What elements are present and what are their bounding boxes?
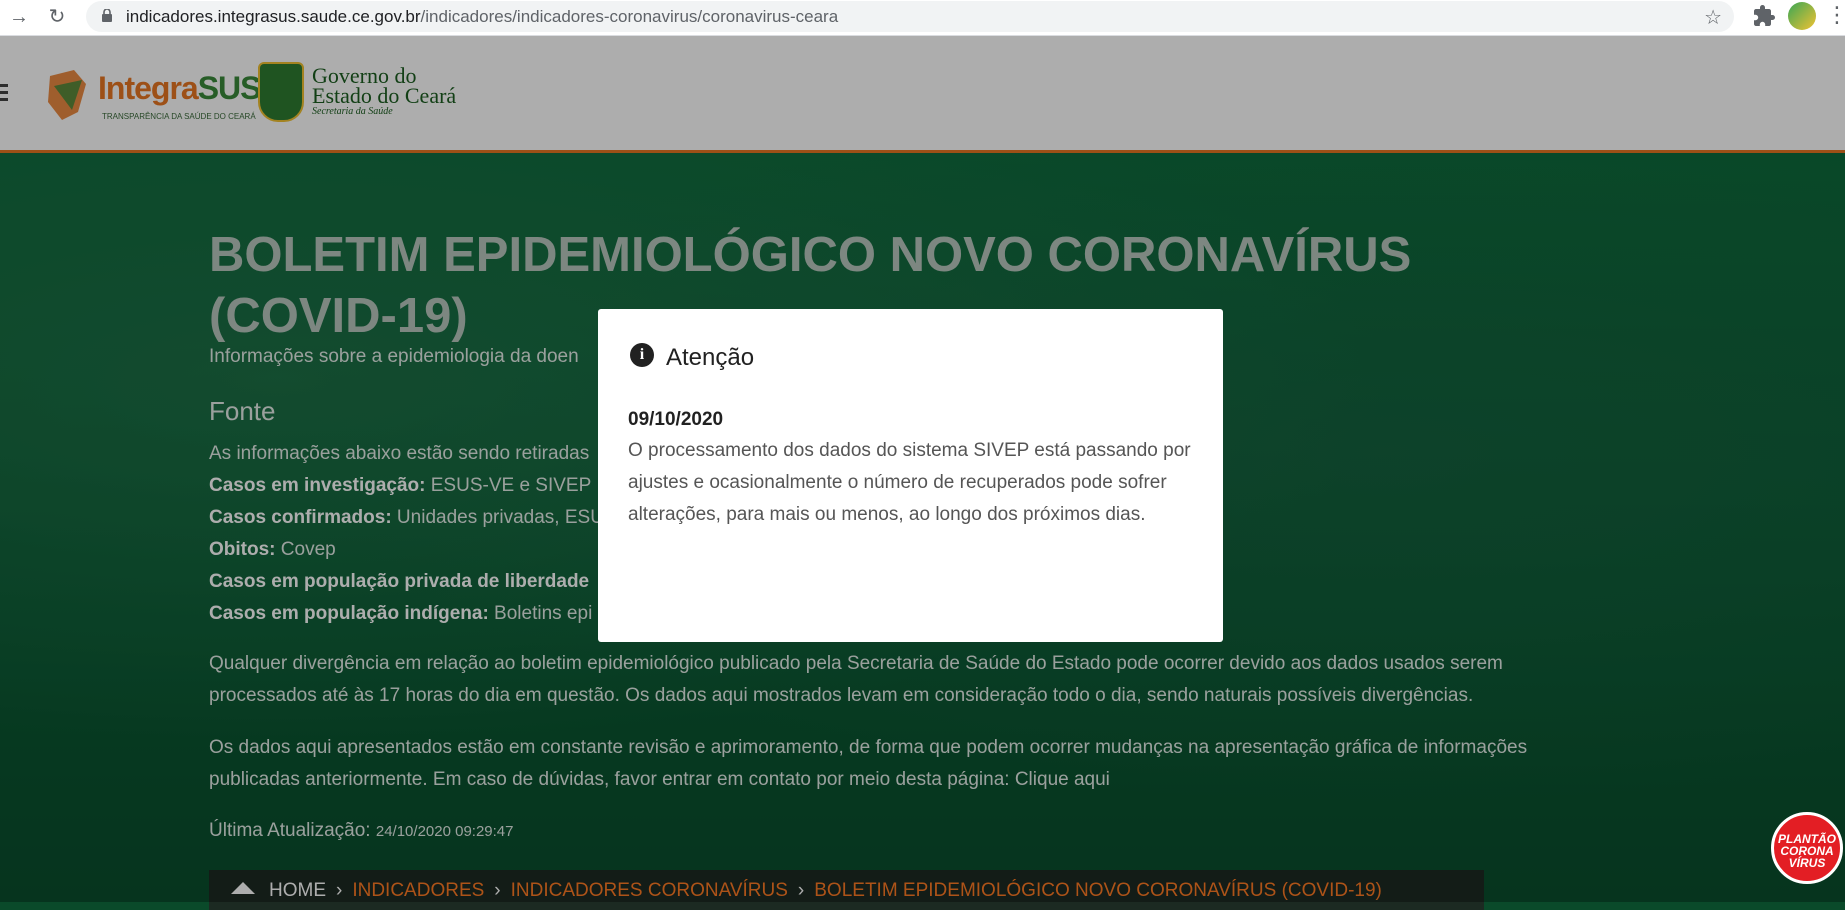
plantao-coronavirus-badge[interactable]: PLANTÃO CORONA VÍRUS bbox=[1771, 812, 1843, 884]
browser-menu-icon[interactable]: ⋮ bbox=[1826, 3, 1845, 27]
forward-icon[interactable]: → bbox=[8, 6, 30, 28]
modal-body: O processamento dos dados do sistema SIV… bbox=[628, 440, 1191, 525]
profile-avatar[interactable] bbox=[1788, 2, 1816, 30]
address-bar[interactable]: indicadores.integrasus.saude.ce.gov.br/i… bbox=[86, 1, 1734, 32]
url-domain: indicadores.integrasus.saude.ce.gov.br bbox=[126, 7, 421, 26]
url-text: indicadores.integrasus.saude.ce.gov.br/i… bbox=[126, 7, 838, 27]
extensions-icon[interactable] bbox=[1752, 4, 1776, 28]
modal-title: Atenção bbox=[666, 344, 755, 371]
info-icon: i bbox=[630, 343, 654, 367]
bookmark-star-icon[interactable]: ☆ bbox=[1704, 5, 1722, 30]
browser-toolbar: → ↻ indicadores.integrasus.saude.ce.gov.… bbox=[0, 0, 1845, 36]
reload-icon[interactable]: ↻ bbox=[46, 6, 68, 28]
modal-date: 09/10/2020 bbox=[628, 409, 724, 430]
lock-icon bbox=[102, 9, 112, 22]
badge-line-3: VÍRUS bbox=[1788, 856, 1826, 870]
attention-modal: i Atenção 09/10/2020 O processamento dos… bbox=[598, 309, 1223, 642]
url-path: /indicadores/indicadores-coronavirus/cor… bbox=[420, 7, 839, 26]
